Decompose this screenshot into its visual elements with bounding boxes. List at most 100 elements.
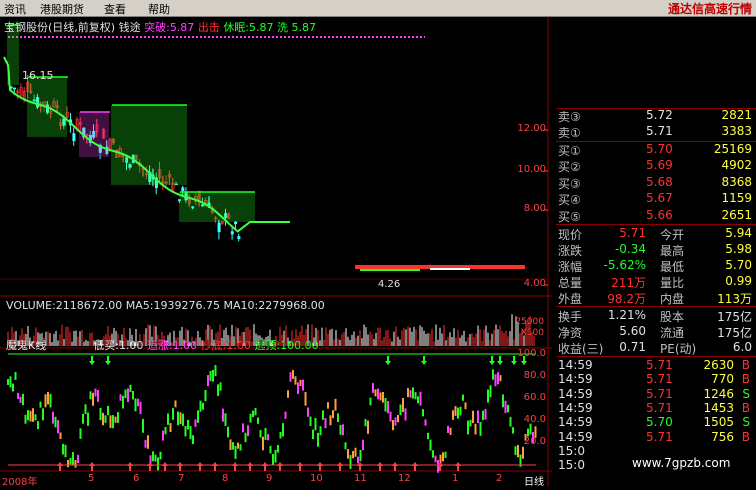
tick-volume: 1505 (703, 415, 734, 430)
buy-arrow (377, 462, 383, 471)
indicator-title: 魔鬼K线 (6, 339, 47, 352)
ask-price: 5.72 (646, 108, 673, 122)
tick-volume: 1453 (703, 400, 734, 415)
date-label: 1 (452, 473, 459, 484)
buy-arrow (455, 462, 461, 471)
stat-label: 涨跌 (558, 244, 583, 258)
candle-body (234, 221, 238, 225)
ask-row[interactable]: 卖③ 5.72 2821 (556, 108, 756, 124)
tick-time: 15:0 (558, 458, 585, 473)
volume-header: VOLUME:2118672.00 MA5:1939276.75 MA10:22… (6, 299, 325, 312)
stat-value: -0.34 (614, 242, 646, 256)
buy-arrow (412, 462, 418, 471)
ask-label: 卖③ (558, 110, 581, 124)
ask-row[interactable]: 卖① 5.71 3383 (556, 124, 756, 140)
finance-value: 6.0 (732, 340, 752, 354)
price-axis-tick: 8.00 (523, 203, 546, 214)
tick-volume: 1246 (703, 386, 734, 401)
date-label: 6 (133, 473, 140, 484)
wash-value: 5.87 (291, 21, 317, 34)
finance-label: PE(动) (660, 342, 697, 356)
candle-body (181, 187, 185, 192)
candle-body (36, 97, 40, 108)
menu-item-news[interactable]: 资讯 (4, 1, 26, 17)
tick-time: 15:0 (558, 443, 585, 458)
bid-label: 买⑤ (558, 209, 581, 224)
date-label: 5 (88, 473, 95, 484)
menu-item-help[interactable]: 帮助 (148, 1, 170, 17)
buy-arrow (357, 462, 363, 471)
indicator-axis-tick: 100.0 (517, 348, 546, 359)
escape-value: 100.00 (280, 339, 319, 352)
stat-row[interactable]: 总量 211万 量比 0.99 (556, 274, 756, 290)
bottom-value: 1.00 (226, 339, 251, 352)
candle-body (230, 231, 234, 235)
finance-row[interactable]: 收益(三) 0.71 PE(动) 6.0 (556, 340, 756, 356)
finance-value: 1.21% (607, 308, 646, 322)
low-buy-label: 低买: (93, 339, 119, 352)
stat-row[interactable]: 外盘 98.2万 内盘 113万 (556, 290, 756, 306)
buy-arrow (162, 462, 168, 471)
tick-volume: 770 (711, 372, 734, 387)
tick-time: 14:59 (558, 372, 593, 387)
buy-arrow (232, 462, 238, 471)
date-label: 2 (496, 473, 503, 484)
tick-price: 5.70 (646, 415, 673, 430)
bid-price: 5.67 (646, 191, 673, 206)
tick-price: 5.71 (646, 358, 673, 372)
stat-value: 5.70 (725, 258, 752, 272)
buy-arrow (247, 462, 253, 471)
low-buy-value: 1.00 (118, 339, 144, 352)
hold-value: 5.87 (249, 21, 274, 34)
bid-row[interactable]: 买⑤ 5.66 2651 (556, 208, 756, 224)
chart-canvas[interactable] (0, 17, 552, 487)
volume-value: 2118672.00 (55, 299, 123, 312)
date-label: 11 (354, 473, 367, 484)
bid-price: 5.66 (646, 207, 673, 222)
signal-boxes (7, 24, 255, 222)
indicator-axis-tick: 20.0 (523, 436, 546, 447)
menu-item-view[interactable]: 查看 (104, 1, 126, 17)
indicator-bars (7, 365, 537, 473)
tick-row[interactable]: 15:0 (556, 458, 756, 474)
candle-body (217, 222, 221, 233)
tick-time: 14:59 (558, 400, 593, 415)
kline-chart[interactable]: 宝钢股份(日线,前复权) 钱途 突破:5.87 出击 休眠:5.87 洗 5.8… (0, 17, 552, 488)
finance-row[interactable]: 净资 5.60 流通 175亿 (556, 324, 756, 340)
indicator-axis-tick: 80.0 (523, 370, 546, 381)
buy-arrow (337, 462, 343, 471)
buy-arrow (297, 462, 303, 471)
stat-row[interactable]: 现价 5.71 今开 5.94 (556, 226, 756, 242)
moving-average-line (3, 56, 290, 233)
menu-item-hk-futures[interactable]: 港股期货 (40, 1, 84, 17)
finance-label: 换手 (558, 310, 583, 324)
ask-volume: 2821 (721, 108, 752, 122)
ma10-label: MA10: (223, 299, 259, 312)
bid-label: 买③ (558, 176, 581, 191)
break-label: 突破: (144, 21, 170, 34)
candle-body (72, 133, 76, 142)
finance-value: 175亿 (717, 310, 752, 324)
bid-price: 5.69 (646, 158, 673, 173)
divider (556, 224, 756, 225)
stat-row[interactable]: 涨幅 -5.62% 最低 5.70 (556, 258, 756, 274)
tick-time: 14:59 (558, 429, 593, 444)
price-high-label: 16.15 (22, 69, 54, 82)
bid-row[interactable]: 买① 5.70 25169 (556, 142, 756, 158)
bottom-label: 抄底: (200, 339, 227, 352)
bid-label: 买② (558, 160, 581, 175)
period-button[interactable]: 日线 (524, 473, 544, 488)
finance-label: 净资 (558, 326, 583, 340)
bid-row[interactable]: 买④ 5.67 1159 (556, 191, 756, 207)
bid-label: 买① (558, 144, 581, 158)
stat-row[interactable]: 涨跌 -0.34 最高 5.98 (556, 242, 756, 258)
bid-row[interactable]: 买② 5.69 4902 (556, 158, 756, 174)
stat-value: 113万 (717, 292, 752, 306)
menu-bar: 资讯 港股期货 查看 帮助 通达信高速行情 (0, 0, 756, 17)
date-label: 9 (266, 473, 273, 484)
bid-row[interactable]: 买③ 5.68 8368 (556, 175, 756, 191)
buy-arrow (89, 462, 95, 471)
finance-row[interactable]: 换手 1.21% 股本 175亿 (556, 308, 756, 324)
buy-arrow (277, 462, 283, 471)
ma10-value: 2279968.00 (258, 299, 325, 312)
